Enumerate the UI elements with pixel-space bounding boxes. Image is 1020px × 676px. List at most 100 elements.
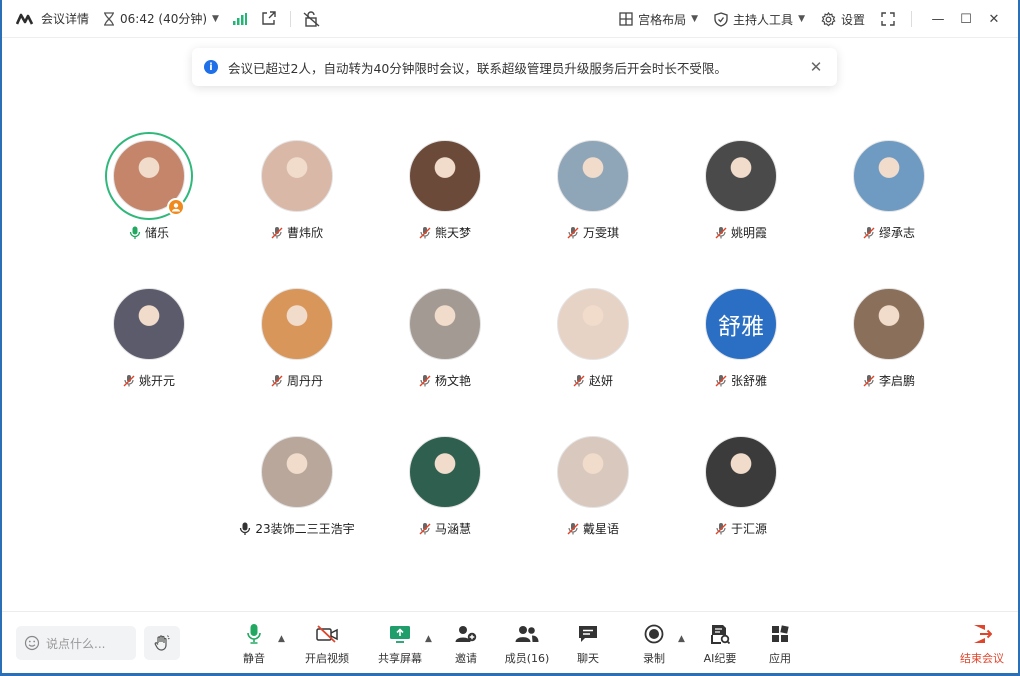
participant-name-row: 李启鹏 bbox=[863, 372, 915, 389]
avatar bbox=[261, 288, 333, 360]
divider bbox=[911, 11, 912, 27]
mic-muted-icon bbox=[271, 374, 283, 388]
participant-name-row: 姚明霞 bbox=[715, 224, 767, 241]
quick-chat-input[interactable]: 说点什么... bbox=[16, 626, 136, 660]
time-limit-notice: i 会议已超过2人，自动转为40分钟限时会议，联系超级管理员升级服务后开会时长不… bbox=[192, 48, 837, 86]
participant-name: 姚开元 bbox=[138, 374, 175, 388]
raise-hand-button[interactable] bbox=[144, 626, 180, 660]
apps-grid-icon bbox=[772, 625, 789, 642]
avatar-ring bbox=[549, 280, 637, 368]
minimize-button[interactable]: — bbox=[924, 12, 952, 27]
mic-muted-icon bbox=[573, 374, 585, 388]
participant-tile[interactable]: 周丹丹 bbox=[223, 280, 371, 410]
no-recording-indicator[interactable] bbox=[303, 10, 321, 27]
unlock-off-icon bbox=[303, 10, 320, 27]
chat-icon bbox=[579, 626, 597, 642]
record-button[interactable]: 录制 bbox=[624, 622, 684, 668]
participant-tile[interactable]: 23装饰二三王浩宇 bbox=[223, 428, 371, 558]
maximize-button[interactable]: ☐ bbox=[952, 12, 980, 27]
network-signal[interactable] bbox=[232, 12, 247, 25]
participant-tile[interactable]: 姚开元 bbox=[75, 280, 223, 410]
participant-tile[interactable]: 赵妍 bbox=[519, 280, 667, 410]
layout-button[interactable]: 宫格布局 ▼ bbox=[619, 11, 698, 28]
start-video-button[interactable]: 开启视频 bbox=[297, 622, 357, 668]
participant-tile[interactable]: 姚明霞 bbox=[667, 132, 815, 262]
participant-tile[interactable]: 舒雅张舒雅 bbox=[667, 280, 815, 410]
video-off-icon bbox=[316, 625, 338, 643]
mic-muted-icon bbox=[567, 226, 579, 240]
invite-label: 邀请 bbox=[455, 652, 477, 665]
fullscreen-button[interactable] bbox=[881, 12, 895, 26]
end-meeting-button[interactable]: 结束会议 bbox=[952, 622, 1012, 668]
share-screen-button[interactable]: 共享屏幕 bbox=[370, 622, 430, 668]
participant-tile[interactable]: 曹炜欣 bbox=[223, 132, 371, 262]
avatar-ring bbox=[845, 132, 933, 220]
avatar-ring bbox=[697, 428, 785, 516]
ai-notes-icon bbox=[711, 625, 730, 644]
avatar-ring: 舒雅 bbox=[697, 280, 785, 368]
video-label: 开启视频 bbox=[305, 652, 349, 665]
avatar bbox=[705, 436, 777, 508]
invite-button[interactable]: 邀请 bbox=[436, 622, 496, 668]
mic-muted-icon bbox=[863, 374, 875, 388]
participant-tile[interactable]: 杨文艳 bbox=[371, 280, 519, 410]
mute-button[interactable]: 静音 bbox=[224, 622, 284, 668]
host-tools-button[interactable]: 主持人工具 ▼ bbox=[714, 11, 805, 28]
close-icon[interactable]: ✕ bbox=[807, 58, 825, 76]
participant-tile[interactable]: 缪承志 bbox=[815, 132, 963, 262]
members-button[interactable]: 成员(16) bbox=[497, 622, 557, 668]
avatar bbox=[261, 436, 333, 508]
layout-label: 宫格布局 bbox=[638, 12, 687, 27]
record-options-caret-icon[interactable]: ▲ bbox=[678, 634, 685, 644]
divider bbox=[289, 10, 291, 27]
participant-tile[interactable]: 于汇源 bbox=[667, 428, 815, 558]
mic-muted-icon bbox=[123, 374, 135, 388]
participant-name-row: 23装饰二三王浩宇 bbox=[239, 520, 355, 537]
participant-tile[interactable]: 李启鹏 bbox=[815, 280, 963, 410]
chat-button[interactable]: 聊天 bbox=[558, 622, 618, 668]
microphone-icon bbox=[247, 624, 261, 644]
avatar-ring bbox=[697, 132, 785, 220]
popout-button[interactable] bbox=[261, 11, 276, 26]
meeting-details-button[interactable]: 会议详情 bbox=[16, 10, 89, 27]
mic-muted-icon bbox=[419, 522, 431, 536]
add-user-icon bbox=[455, 626, 477, 642]
grid-layout-icon bbox=[619, 12, 633, 26]
top-bar: 会议详情 06:42 (40分钟) ▼ 宫格布局 ▼ 主持人工具 ▼ 设置 — … bbox=[2, 0, 1018, 38]
share-options-caret-icon[interactable]: ▲ bbox=[425, 634, 432, 644]
bottom-toolbar: 说点什么... 静音 ▲ 开启视频 共享屏幕 ▲ 邀请 成员(16) 聊天 录制… bbox=[2, 611, 1018, 673]
participant-name-row: 缪承志 bbox=[863, 224, 915, 241]
participant-name-row: 张舒雅 bbox=[715, 372, 767, 389]
participant-name: 戴星语 bbox=[582, 522, 619, 536]
mic-options-caret-icon[interactable]: ▲ bbox=[278, 634, 285, 644]
participant-tile[interactable]: 马涵慧 bbox=[371, 428, 519, 558]
participant-name-row: 万雯琪 bbox=[567, 224, 619, 241]
mic-on-icon bbox=[239, 522, 251, 536]
avatar bbox=[853, 288, 925, 360]
meeting-timer[interactable]: 06:42 (40分钟) ▼ bbox=[103, 10, 219, 27]
ai-notes-button[interactable]: AI纪要 bbox=[690, 622, 750, 668]
participant-tile[interactable]: 万雯琪 bbox=[519, 132, 667, 262]
host-badge-icon bbox=[167, 198, 185, 216]
timer-text: 06:42 (40分钟) bbox=[120, 12, 208, 26]
participant-name: 杨文艳 bbox=[434, 374, 471, 388]
avatar-ring bbox=[401, 132, 489, 220]
mic-muted-icon bbox=[567, 522, 579, 536]
participant-name: 张舒雅 bbox=[730, 374, 767, 388]
avatar bbox=[853, 140, 925, 212]
participant-name-row: 姚开元 bbox=[123, 372, 175, 389]
participant-name-row: 赵妍 bbox=[573, 372, 613, 389]
top-right-controls: 宫格布局 ▼ 主持人工具 ▼ 设置 — ☐ ✕ bbox=[619, 0, 1008, 38]
participant-tile[interactable]: 戴星语 bbox=[519, 428, 667, 558]
participant-name-row: 马涵慧 bbox=[419, 520, 471, 537]
participant-name-row: 曹炜欣 bbox=[271, 224, 323, 241]
apps-button[interactable]: 应用 bbox=[750, 622, 810, 668]
avatar-ring bbox=[845, 280, 933, 368]
record-label: 录制 bbox=[643, 652, 665, 665]
participant-tile[interactable]: 熊天梦 bbox=[371, 132, 519, 262]
end-meeting-label: 结束会议 bbox=[960, 652, 1004, 665]
settings-button[interactable]: 设置 bbox=[821, 11, 865, 28]
close-window-button[interactable]: ✕ bbox=[980, 12, 1008, 27]
participant-tile[interactable]: 储乐 bbox=[75, 132, 223, 262]
avatar bbox=[409, 288, 481, 360]
